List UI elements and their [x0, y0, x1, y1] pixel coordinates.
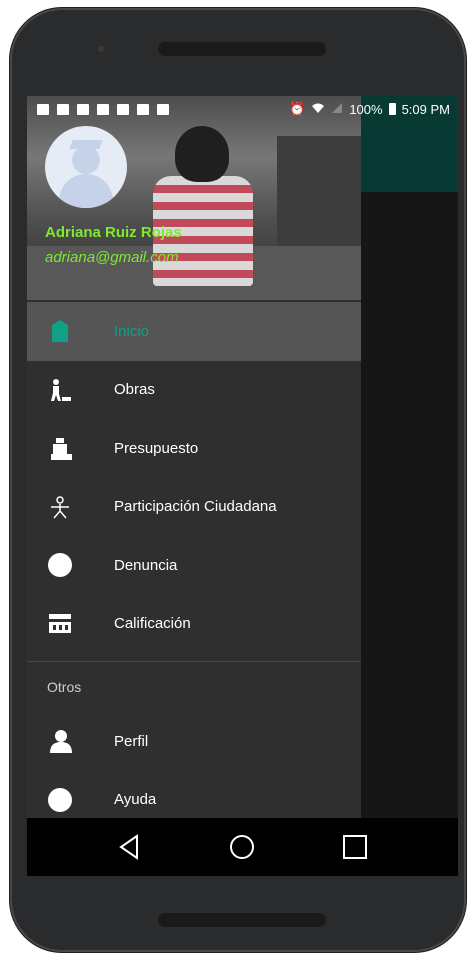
card-icon: [157, 103, 169, 115]
menu-item-calificacion[interactable]: Calificación: [27, 595, 361, 654]
menu-item-label: Calificación: [114, 615, 191, 633]
home-icon: [52, 320, 68, 343]
avatar[interactable]: [45, 126, 127, 208]
menu-item-obras[interactable]: Obras: [27, 361, 361, 420]
user-email: adriana@gmail.com: [45, 249, 179, 266]
header-photo-child: [143, 126, 263, 286]
section-header-otros: Otros: [47, 679, 82, 695]
menu-item-label: Presupuesto: [114, 439, 199, 457]
money-bag-icon: [51, 438, 72, 461]
trash-icon: [77, 103, 89, 115]
clock: 5:09 PM: [401, 101, 450, 117]
avatar-head: [72, 146, 100, 174]
chat-icon: [117, 103, 129, 115]
drawer-header: Adriana Ruiz Rojas adriana@gmail.com: [27, 96, 361, 300]
menu-item-inicio[interactable]: Inicio: [27, 302, 361, 361]
menu-item-label: Denuncia: [114, 556, 178, 574]
top-speaker: [158, 42, 326, 56]
menu-item-perfil[interactable]: Perfil: [27, 712, 361, 771]
alarm-icon: ⏰: [289, 101, 306, 116]
battery-icon: [388, 103, 396, 115]
notification-icons: [37, 103, 169, 115]
device-screen: ⏰ 100% 5:09 PM Adriana Ruiz Rojas adrian…: [27, 96, 458, 876]
child-head: [175, 126, 229, 182]
menu-item-denuncia[interactable]: Denuncia: [27, 536, 361, 595]
warning-icon: [57, 103, 69, 115]
navigation-drawer: Adriana Ruiz Rojas adriana@gmail.com Ini…: [27, 96, 361, 818]
recents-button-icon[interactable]: [340, 832, 370, 862]
signal-icon: [331, 102, 343, 117]
profile-icon: [50, 730, 72, 754]
status-bar: ⏰ 100% 5:09 PM: [27, 96, 458, 122]
graduation-cap-icon: [69, 140, 103, 149]
system-navigation-bar: [27, 818, 458, 876]
menu-item-label: Ayuda: [114, 791, 157, 809]
rating-icon: [49, 613, 71, 633]
github-icon: [137, 103, 149, 115]
user-name: Adriana Ruiz Rojas: [45, 224, 182, 241]
menu-item-label: Perfil: [114, 732, 149, 750]
avatar-body: [59, 174, 113, 208]
wifi-icon: [311, 102, 325, 117]
menu-item-participacion[interactable]: Participación Ciudadana: [27, 478, 361, 537]
mail-icon: [97, 103, 109, 115]
front-camera: [98, 46, 104, 52]
help-icon: [48, 787, 72, 812]
menu-item-presupuesto[interactable]: Presupuesto: [27, 419, 361, 478]
construction-worker-icon: [51, 378, 71, 401]
menu-item-label: Inicio: [114, 322, 150, 340]
bottom-speaker: [158, 913, 326, 927]
people-group-icon: [51, 496, 69, 519]
drawer-menu: Inicio Obras Presupuesto Participación C…: [27, 302, 361, 829]
menu-item-label: Obras: [114, 381, 155, 399]
back-button-icon[interactable]: [115, 832, 145, 862]
home-button-icon[interactable]: [227, 832, 257, 862]
battery-percent: 100%: [349, 101, 383, 117]
message-icon: [37, 103, 49, 115]
report-icon: [48, 553, 72, 578]
menu-item-label: Participación Ciudadana: [114, 498, 277, 516]
